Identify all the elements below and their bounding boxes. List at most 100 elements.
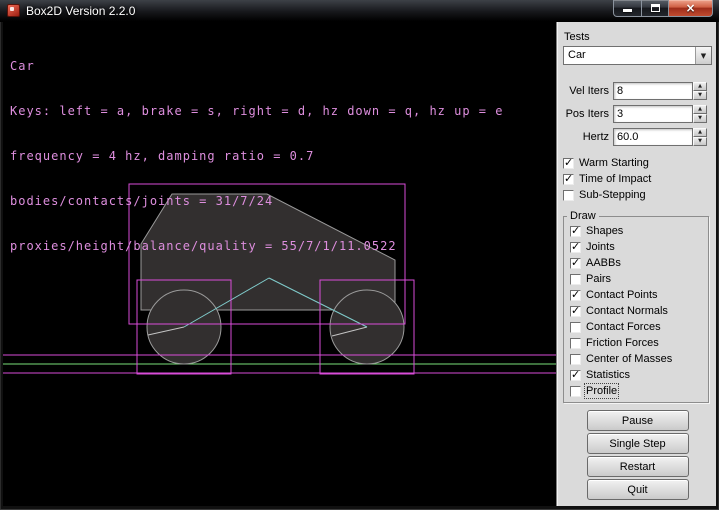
hertz-input[interactable] bbox=[613, 128, 693, 146]
vel-iters-spinner: ▲ ▼ bbox=[693, 82, 707, 100]
maximize-button[interactable] bbox=[641, 0, 669, 17]
checkbox-contact-normals[interactable]: ✓ Contact Normals bbox=[570, 303, 708, 319]
window-title: Box2D Version 2.2.0 bbox=[26, 4, 135, 18]
checkbox-contact-points[interactable]: ✓ Contact Points bbox=[570, 287, 708, 303]
draw-group: Draw ✓ Shapes ✓ Joints ✓ AABBs ✓ Pairs bbox=[563, 210, 709, 403]
title-bar[interactable]: Box2D Version 2.2.0 × bbox=[0, 0, 719, 22]
checkbox-box: ✓ bbox=[570, 354, 581, 365]
checkbox-label: Friction Forces bbox=[586, 337, 659, 349]
app-icon bbox=[7, 4, 20, 17]
spinner-down-icon[interactable]: ▼ bbox=[693, 137, 707, 146]
tests-dropdown[interactable]: Car ▼ bbox=[563, 46, 712, 65]
hertz-label: Hertz bbox=[563, 131, 609, 143]
checkbox-center-of-masses[interactable]: ✓ Center of Masses bbox=[570, 351, 708, 367]
spinner-up-icon[interactable]: ▲ bbox=[693, 105, 707, 114]
checkmark-icon: ✓ bbox=[571, 256, 580, 269]
checkbox-label: Contact Normals bbox=[586, 305, 668, 317]
checkbox-label: Warm Starting bbox=[579, 157, 649, 169]
checkbox-box: ✓ bbox=[570, 322, 581, 333]
action-buttons: Pause Single Step Restart Quit bbox=[563, 410, 712, 500]
single-step-button[interactable]: Single Step bbox=[587, 433, 689, 454]
pause-button[interactable]: Pause bbox=[587, 410, 689, 431]
checkbox-box: ✓ bbox=[570, 306, 581, 317]
checkbox-label: Time of Impact bbox=[579, 173, 651, 185]
pos-iters-spinner: ▲ ▼ bbox=[693, 105, 707, 123]
checkbox-box: ✓ bbox=[570, 226, 581, 237]
window-controls: × bbox=[614, 0, 713, 17]
pos-iters-input[interactable] bbox=[613, 105, 693, 123]
spinner-up-icon[interactable]: ▲ bbox=[693, 82, 707, 91]
checkbox-time-of-impact[interactable]: ✓ Time of Impact bbox=[563, 171, 712, 187]
checkbox-box: ✓ bbox=[563, 190, 574, 201]
bodies-stats-text: bodies/contacts/joints = 31/7/24 bbox=[10, 194, 503, 209]
keys-help-text: Keys: left = a, brake = s, right = d, hz… bbox=[10, 104, 503, 119]
tests-dropdown-value: Car bbox=[564, 47, 695, 64]
checkbox-label: Joints bbox=[586, 241, 615, 253]
checkbox-box: ✓ bbox=[563, 158, 574, 169]
checkbox-sub-stepping[interactable]: ✓ Sub-Stepping bbox=[563, 187, 712, 203]
checkbox-label: Statistics bbox=[586, 369, 630, 381]
checkbox-label: Pairs bbox=[586, 273, 611, 285]
maximize-icon bbox=[651, 4, 660, 12]
checkbox-label: Center of Masses bbox=[586, 353, 672, 365]
hertz-spinner: ▲ ▼ bbox=[693, 128, 707, 146]
spinner-down-icon[interactable]: ▼ bbox=[693, 114, 707, 123]
pos-iters-row: Pos Iters ▲ ▼ bbox=[563, 105, 712, 123]
frequency-text: frequency = 4 hz, damping ratio = 0.7 bbox=[10, 149, 503, 164]
checkbox-box: ✓ bbox=[570, 290, 581, 301]
checkbox-label: Contact Forces bbox=[586, 321, 661, 333]
checkbox-profile[interactable]: ✓ Profile bbox=[570, 383, 708, 399]
checkmark-icon: ✓ bbox=[571, 288, 580, 301]
checkbox-box: ✓ bbox=[570, 242, 581, 253]
minimize-button[interactable] bbox=[613, 0, 642, 17]
checkmark-icon: ✓ bbox=[571, 304, 580, 317]
simulation-canvas[interactable]: Car Keys: left = a, brake = s, right = d… bbox=[3, 22, 556, 506]
checkbox-box: ✓ bbox=[570, 386, 581, 397]
checkmark-icon: ✓ bbox=[571, 224, 580, 237]
close-icon: × bbox=[685, 3, 695, 13]
app-window: Box2D Version 2.2.0 × bbox=[0, 0, 719, 510]
checkmark-icon: ✓ bbox=[564, 156, 573, 169]
checkbox-statistics[interactable]: ✓ Statistics bbox=[570, 367, 708, 383]
checkbox-box: ✓ bbox=[570, 338, 581, 349]
checkbox-contact-forces[interactable]: ✓ Contact Forces bbox=[570, 319, 708, 335]
minimize-icon bbox=[623, 9, 632, 12]
proxies-stats-text: proxies/height/balance/quality = 55/7/1/… bbox=[10, 239, 503, 254]
checkbox-friction-forces[interactable]: ✓ Friction Forces bbox=[570, 335, 708, 351]
checkbox-joints[interactable]: ✓ Joints bbox=[570, 239, 708, 255]
checkbox-box: ✓ bbox=[570, 258, 581, 269]
vel-iters-row: Vel Iters ▲ ▼ bbox=[563, 82, 712, 100]
draw-group-label: Draw bbox=[567, 210, 599, 222]
hertz-row: Hertz ▲ ▼ bbox=[563, 128, 712, 146]
spinner-down-icon[interactable]: ▼ bbox=[693, 91, 707, 100]
checkbox-box: ✓ bbox=[570, 274, 581, 285]
chevron-down-icon[interactable]: ▼ bbox=[695, 47, 711, 64]
close-button[interactable]: × bbox=[668, 0, 713, 17]
checkbox-label: Profile bbox=[586, 385, 617, 397]
tests-label: Tests bbox=[564, 31, 712, 43]
window-content: Car Keys: left = a, brake = s, right = d… bbox=[3, 22, 716, 506]
checkbox-label: Shapes bbox=[586, 225, 623, 237]
spinner-up-icon[interactable]: ▲ bbox=[693, 128, 707, 137]
quit-button[interactable]: Quit bbox=[587, 479, 689, 500]
checkbox-shapes[interactable]: ✓ Shapes bbox=[570, 223, 708, 239]
checkbox-aabbs[interactable]: ✓ AABBs bbox=[570, 255, 708, 271]
vel-iters-input[interactable] bbox=[613, 82, 693, 100]
checkbox-label: Sub-Stepping bbox=[579, 189, 646, 201]
checkbox-pairs[interactable]: ✓ Pairs bbox=[570, 271, 708, 287]
checkbox-box: ✓ bbox=[563, 174, 574, 185]
checkmark-icon: ✓ bbox=[564, 172, 573, 185]
checkmark-icon: ✓ bbox=[571, 368, 580, 381]
checkbox-warm-starting[interactable]: ✓ Warm Starting bbox=[563, 155, 712, 171]
checkbox-label: AABBs bbox=[586, 257, 621, 269]
checkbox-label: Contact Points bbox=[586, 289, 658, 301]
vel-iters-label: Vel Iters bbox=[563, 85, 609, 97]
checkbox-box: ✓ bbox=[570, 370, 581, 381]
checkmark-icon: ✓ bbox=[571, 240, 580, 253]
control-panel: Tests Car ▼ Vel Iters ▲ ▼ Pos Iters bbox=[556, 22, 716, 506]
solver-spinners: Vel Iters ▲ ▼ Pos Iters ▲ ▼ He bbox=[563, 82, 712, 146]
test-title-text: Car bbox=[10, 59, 503, 74]
debug-text-overlay: Car Keys: left = a, brake = s, right = d… bbox=[10, 29, 503, 284]
pos-iters-label: Pos Iters bbox=[563, 108, 609, 120]
restart-button[interactable]: Restart bbox=[587, 456, 689, 477]
